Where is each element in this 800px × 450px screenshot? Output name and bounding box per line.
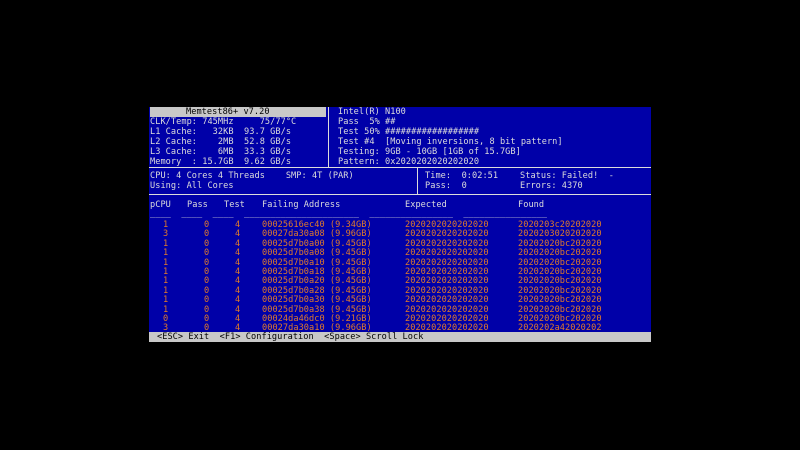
l1-cache: L1 Cache: 32KB 93.7 GB/s (150, 127, 292, 137)
test-name: Test #4 [Moving inversions, 8 bit patter… (338, 137, 563, 147)
pass-count: Pass: 0 (425, 181, 467, 191)
error-count: Errors: 4370 (520, 181, 583, 191)
clk-temp: CLK/Temp: 745MHz 75/77°C (150, 117, 297, 127)
top-vertical-divider (328, 107, 329, 167)
cpu-name: Intel(R) N100 (338, 107, 406, 117)
title-bar: Memtest86+ v7.20 (150, 107, 326, 117)
status-vertical-divider (417, 168, 418, 194)
using-cores-line: Using: All Cores (150, 181, 234, 191)
l2-cache: L2 Cache: 2MB 52.8 GB/s (150, 137, 292, 147)
test-status: Status: Failed! - (520, 171, 615, 181)
memtest-screen: Memtest86+ v7.20 CLK/Temp: 745MHz 75/77°… (149, 107, 651, 342)
elapsed-time: Time: 0:02:51 (425, 171, 499, 181)
header-underline: ____ ____ ____ ______________________ __… (150, 209, 548, 219)
test-progress: Test 50% ################## (338, 127, 480, 137)
footer-keys: <ESC> Exit <F1> Configuration <Space> Sc… (157, 332, 424, 342)
testing-range: Testing: 9GB - 10GB [1GB of 15.7GB] (338, 147, 521, 157)
app-title: Memtest86+ v7.20 (186, 107, 270, 117)
pattern: Pattern: 0x2020202020202020 (338, 157, 480, 167)
memory: Memory : 15.7GB 9.62 GB/s (150, 157, 292, 167)
footer-bar: <ESC> Exit <F1> Configuration <Space> Sc… (149, 332, 651, 342)
section-divider-1 (149, 167, 651, 168)
l3-cache: L3 Cache: 6MB 33.3 GB/s (150, 147, 292, 157)
section-divider-2 (149, 194, 651, 195)
pass-progress: Pass 5% ## (338, 117, 396, 127)
cpu-threads-line: CPU: 4 Cores 4 Threads SMP: 4T (PAR) (150, 171, 354, 181)
